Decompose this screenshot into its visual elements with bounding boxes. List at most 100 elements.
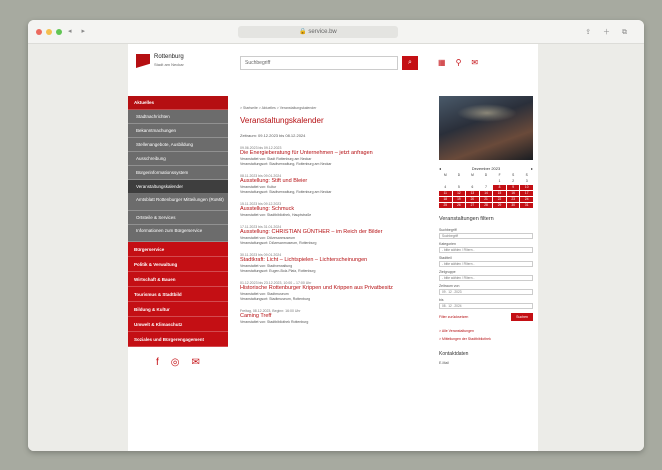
- calendar-day[interactable]: 22: [493, 197, 506, 202]
- breadcrumb[interactable]: > Startseite > Aktuelles > Veranstaltung…: [240, 106, 430, 110]
- calendar-day[interactable]: 6: [466, 185, 479, 190]
- sidebar-item[interactable]: Bürgerinformationssystem: [128, 166, 228, 180]
- mail-icon[interactable]: ✉: [471, 58, 478, 67]
- calendar-day[interactable]: 14: [479, 191, 493, 196]
- sidebar-item[interactable]: Bildung & Kultur: [128, 302, 228, 317]
- prev-month-icon[interactable]: ◂: [439, 166, 441, 171]
- site-logo[interactable]: Rottenburg Stadt am Neckar: [136, 54, 184, 68]
- event-title[interactable]: Ausstellung: CHRISTIAN GÜNTHER – im Reic…: [240, 229, 430, 236]
- sidebar-item[interactable]: Stellenangebote, Ausbildung: [128, 138, 228, 152]
- event-item: 30.11.2023 bis 09.01.2024 Stadtkraft: Lic…: [240, 253, 430, 274]
- related-link[interactable]: > Mitteilungen der Stadtbibliothek: [439, 337, 533, 341]
- contact-email[interactable]: E-Mail: [439, 361, 533, 365]
- search-button[interactable]: ⌕: [402, 56, 418, 70]
- event-title[interactable]: Historische Rottenburger Krippen und Kri…: [240, 285, 430, 292]
- reset-filter-link[interactable]: Filter zurücksetzen: [439, 315, 468, 319]
- calendar-day[interactable]: 27: [466, 203, 479, 208]
- sidebar-item[interactable]: Stadtnachrichten: [128, 110, 228, 124]
- sidebar-item[interactable]: Umwelt & Klimaschutz: [128, 317, 228, 332]
- event-title[interactable]: Ausstellung: Stift und Bleier: [240, 178, 430, 185]
- sidebar-item[interactable]: Wirtschaft & Bauen: [128, 272, 228, 287]
- browser-window: ◂ ▸ 🔒 service.bw ⇪ ＋ ⧉ Rottenburg Stadt …: [28, 20, 644, 451]
- filter-field[interactable]: - bitte wählen / Filtern -: [439, 247, 533, 253]
- browser-action-icons[interactable]: ⇪ ＋ ⧉: [585, 27, 632, 37]
- sidebar-item[interactable]: Ausschreibung: [128, 152, 228, 166]
- calendar-day[interactable]: 30: [506, 203, 520, 208]
- event-title[interactable]: Stadtkraft: Licht – Lichtspielen – Licht…: [240, 257, 430, 264]
- filter-label: bis: [439, 298, 444, 302]
- filter-label: Stadtteil: [439, 256, 452, 260]
- calendar-day[interactable]: 1: [493, 179, 506, 184]
- event-title[interactable]: Ausstellung: Schmuck: [240, 206, 430, 213]
- instagram-icon[interactable]: ◎: [171, 357, 180, 368]
- event-organizer: Veranstaltet von: Stadtbibliothek, Haupt…: [240, 213, 312, 217]
- event-title[interactable]: Die Energieberatung für Unternehmen – je…: [240, 150, 430, 157]
- teaser-image[interactable]: [439, 96, 533, 160]
- filter-field[interactable]: Suchbegriff: [439, 233, 533, 239]
- period-text: Zeitraum: 09.12.2023 bis 08.12.2024: [240, 133, 306, 138]
- sidebar-item[interactable]: Tourismus & Stadtbild: [128, 287, 228, 302]
- calendar-day[interactable]: 25: [439, 203, 452, 208]
- next-month-icon[interactable]: ▸: [531, 166, 533, 171]
- mail-icon[interactable]: ✉: [192, 357, 200, 368]
- zoom-light[interactable]: [56, 29, 62, 35]
- calendar-day[interactable]: 5: [453, 185, 466, 190]
- event-title[interactable]: Caming Treff: [240, 313, 430, 320]
- weekday-label: D: [484, 173, 488, 177]
- calendar-day[interactable]: 16: [506, 191, 520, 196]
- back-forward-icons[interactable]: ◂ ▸: [68, 27, 89, 35]
- calendar-day[interactable]: 4: [439, 185, 452, 190]
- filter-field[interactable]: 09 . 12 . 2023: [439, 289, 533, 295]
- search-input[interactable]: Suchbegriff: [240, 56, 398, 70]
- sidebar-item[interactable]: Veranstaltungskalender: [128, 180, 228, 194]
- window-controls[interactable]: [36, 29, 62, 35]
- calendar-day[interactable]: 18: [439, 197, 452, 202]
- weekday-label: S: [525, 173, 528, 177]
- calendar-day[interactable]: 2: [507, 179, 520, 184]
- sidebar-item[interactable]: Bekanntmachungen: [128, 124, 228, 138]
- location-pin-icon[interactable]: ⚲: [456, 58, 462, 67]
- event-item: 09.06.2023 bis 09.12.2023 Die Energiebera…: [240, 146, 430, 167]
- sidebar-item[interactable]: Amtsblatt Rottenburger Mitteilungen (RoM…: [128, 194, 228, 211]
- filter-field[interactable]: - bitte wählen / Filtern -: [439, 261, 533, 267]
- filter-field[interactable]: - bitte wählen / Filtern -: [439, 275, 533, 281]
- calendar-day[interactable]: 3: [520, 179, 533, 184]
- filter-label: Suchbegriff: [439, 228, 457, 232]
- sidebar-item[interactable]: Ortsteile & Services: [128, 211, 228, 225]
- calendar-day[interactable]: 29: [493, 203, 506, 208]
- facebook-icon[interactable]: f: [156, 357, 159, 368]
- calendar-day[interactable]: 8: [493, 185, 506, 190]
- sidebar-item[interactable]: Soziales und Bürgerengagement: [128, 332, 228, 347]
- sidebar-item[interactable]: Informationen zum Bürgerservice: [128, 225, 228, 242]
- calendar-day[interactable]: 21: [479, 197, 493, 202]
- calendar-day[interactable]: 20: [466, 197, 479, 202]
- calendar-day[interactable]: 23: [506, 197, 520, 202]
- close-light[interactable]: [36, 29, 42, 35]
- sidebar-item[interactable]: Aktuelles: [128, 96, 228, 110]
- sidebar-item[interactable]: Politik & Verwaltung: [128, 257, 228, 272]
- apply-filter-button[interactable]: Suchen: [511, 313, 533, 321]
- browser-toolbar: ◂ ▸ 🔒 service.bw ⇪ ＋ ⧉: [28, 20, 644, 44]
- calendar-icon[interactable]: ▦: [438, 58, 446, 67]
- address-bar[interactable]: 🔒 service.bw: [238, 26, 398, 38]
- calendar-day[interactable]: 13: [466, 191, 479, 196]
- sidebar-nav: Aktuelles Stadtnachrichten Bekanntmachunge…: [128, 96, 228, 368]
- calendar-day[interactable]: 9: [506, 185, 520, 190]
- calendar-day[interactable]: 10: [520, 185, 533, 190]
- related-link[interactable]: > Alle Veranstaltungen: [439, 329, 533, 333]
- calendar-day[interactable]: 28: [479, 203, 493, 208]
- calendar-day[interactable]: 26: [452, 203, 466, 208]
- minimize-light[interactable]: [46, 29, 52, 35]
- sidebar-item[interactable]: Bürgerservice: [128, 242, 228, 257]
- calendar-day[interactable]: 19: [452, 197, 466, 202]
- calendar-day[interactable]: 24: [520, 197, 533, 202]
- calendar-day[interactable]: 31: [520, 203, 533, 208]
- calendar-day[interactable]: 15: [493, 191, 506, 196]
- page-title: Veranstaltungskalender: [240, 116, 324, 125]
- filter-field[interactable]: 08 . 12 . 2024: [439, 303, 533, 309]
- calendar-day[interactable]: 17: [520, 191, 533, 196]
- event-organizer: Veranstaltet von: Stadtbibliothek Rotten…: [240, 320, 309, 324]
- calendar-day[interactable]: 7: [480, 185, 493, 190]
- calendar-day[interactable]: 11: [439, 191, 452, 196]
- calendar-day[interactable]: 12: [452, 191, 466, 196]
